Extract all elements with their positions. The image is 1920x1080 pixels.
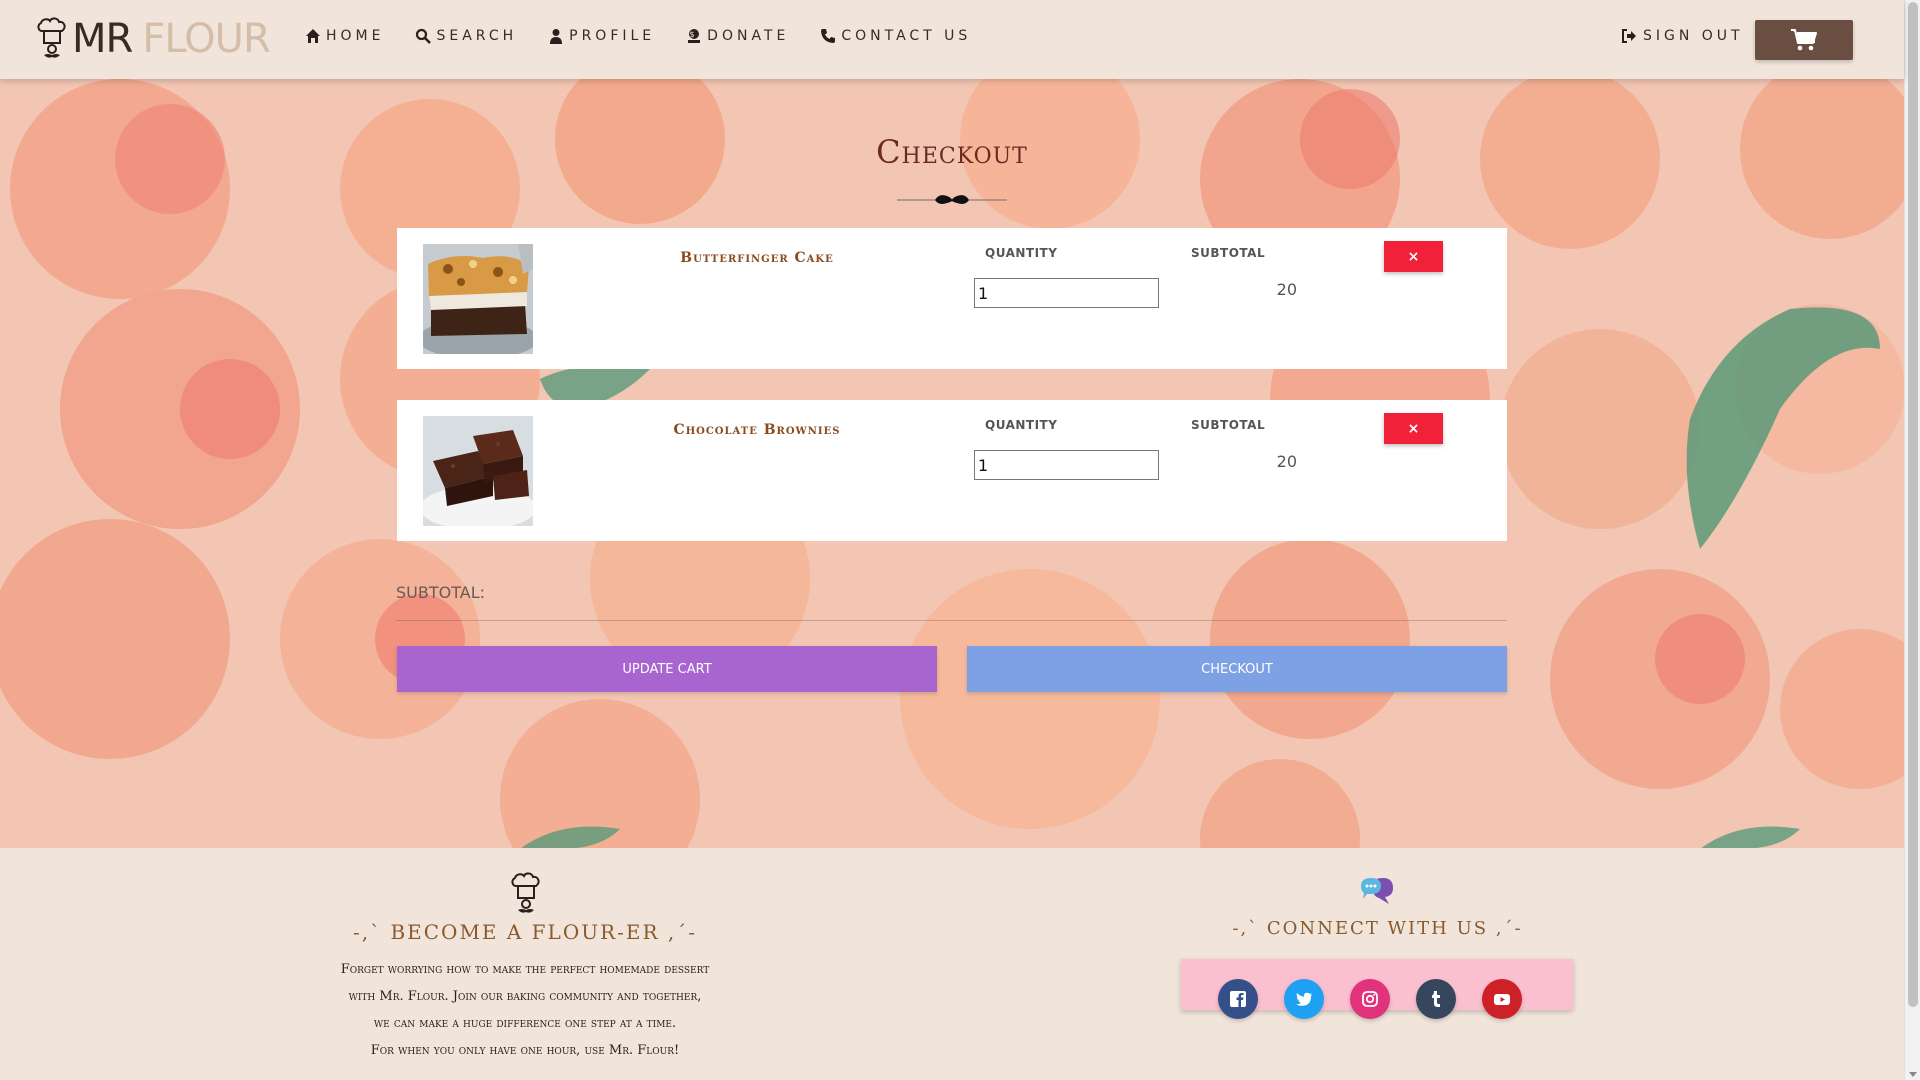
close-icon: × [1407, 248, 1420, 265]
cart-item-chocolate-brownies: Chocolate Brownies QUANTITY SUBTOTAL 20 … [397, 400, 1507, 541]
quantity-header: QUANTITY [985, 418, 1058, 432]
remove-item-button[interactable]: × [1384, 413, 1443, 444]
donate-icon: $ [688, 29, 701, 43]
facebook-icon [1230, 991, 1246, 1007]
nav-donate-label: DONATE [707, 28, 790, 44]
nav-home[interactable]: HOME [305, 28, 384, 44]
tumblr-icon [1432, 991, 1440, 1007]
item-subtotal: 20 [1276, 452, 1297, 471]
update-cart-button[interactable]: UPDATE CART [397, 646, 937, 692]
become-line: we can make a huge difference one step a… [373, 1016, 677, 1031]
brownies-image [423, 416, 533, 526]
scroll-down-arrow-icon[interactable] [1909, 1072, 1917, 1077]
shopping-cart-icon [1791, 29, 1817, 51]
nav-signout[interactable]: SIGN OUT [1621, 28, 1744, 44]
brand-logo[interactable]: MR FLOUR [36, 16, 271, 62]
checkout-label: CHECKOUT [1201, 661, 1273, 677]
subtotal-divider [396, 620, 1507, 621]
tumblr-link[interactable] [1416, 979, 1456, 1019]
item-name[interactable]: Butterfinger Cake [577, 250, 937, 266]
nav-contact[interactable]: CONTACT US [820, 28, 971, 44]
quantity-input[interactable] [974, 450, 1159, 480]
brand-mr: MR [72, 16, 133, 62]
chocolate-brownies-image-icon [423, 416, 533, 526]
youtube-link[interactable] [1482, 979, 1522, 1019]
nav-links: HOME SEARCH PROFILE $ DONATE CONTACT US [305, 28, 1002, 44]
butterfinger-cake-image-icon [423, 244, 533, 354]
cake-image [423, 244, 533, 354]
brand-flour: FLOUR [142, 16, 270, 62]
checkout-button[interactable]: CHECKOUT [967, 646, 1507, 692]
scrollbar-thumb[interactable] [1908, 2, 1918, 1007]
remove-item-button[interactable]: × [1384, 241, 1443, 272]
become-line: Forget worrying how to make the perfect … [340, 962, 710, 977]
footer: -,` BECOME A FLOUR-ER ,´- Forget worryin… [0, 848, 1904, 1080]
nav-donate[interactable]: $ DONATE [686, 28, 789, 44]
quantity-input[interactable] [974, 278, 1159, 308]
item-subtotal: 20 [1276, 280, 1297, 299]
phone-icon [821, 29, 836, 43]
become-line: with Mr. Flour. Join our baking communit… [348, 989, 702, 1004]
instagram-icon [1362, 991, 1378, 1007]
checkout-title: Checkout [876, 133, 1028, 171]
become-line: For when you only have one hour, use Mr.… [370, 1043, 680, 1058]
cart-subtotal-label: SUBTOTAL: [396, 583, 485, 602]
nav-search-label: SEARCH [436, 28, 518, 44]
facebook-link[interactable] [1218, 979, 1258, 1019]
nav-signout-label: SIGN OUT [1643, 28, 1744, 44]
cart-button[interactable] [1755, 20, 1853, 60]
home-icon [306, 29, 320, 43]
social-links-bar [1181, 959, 1573, 1019]
nav-home-label: HOME [326, 28, 385, 44]
nav-contact-label: CONTACT US [841, 28, 972, 44]
chef-hat-icon [37, 17, 66, 58]
chef-hat-icon [511, 872, 540, 913]
nav-profile[interactable]: PROFILE [548, 28, 655, 44]
chat-bubbles-icon [1361, 878, 1393, 904]
youtube-icon [1494, 994, 1510, 1005]
update-cart-label: UPDATE CART [622, 661, 712, 677]
user-icon [550, 29, 563, 44]
svg-text:$: $ [690, 30, 699, 39]
page-scrollbar[interactable] [1904, 0, 1920, 1080]
twitter-icon [1296, 992, 1312, 1006]
subtotal-header: SUBTOTAL [1191, 246, 1266, 260]
become-flourer-title: -,` BECOME A FLOUR-ER ,´- [352, 920, 698, 944]
item-name[interactable]: Chocolate Brownies [577, 422, 937, 438]
nav-profile-label: PROFILE [569, 28, 656, 44]
search-icon [416, 28, 432, 44]
become-flourer-text: Forget worrying how to make the perfect … [305, 956, 745, 1064]
twitter-link[interactable] [1284, 979, 1324, 1019]
quantity-header: QUANTITY [985, 246, 1058, 260]
subtotal-header: SUBTOTAL [1191, 418, 1266, 432]
sign-out-icon [1622, 29, 1636, 43]
close-icon: × [1407, 420, 1420, 437]
cart-item-butterfinger-cake: Butterfinger Cake QUANTITY SUBTOTAL 20 × [397, 228, 1507, 369]
connect-title: -,` CONNECT WITH US ,´- [1232, 918, 1523, 939]
instagram-link[interactable] [1350, 979, 1390, 1019]
nav-search[interactable]: SEARCH [415, 28, 517, 44]
mustache-divider-icon [897, 195, 1007, 204]
navbar: MR FLOUR HOME SEARCH PROFILE $ DONATE CO… [0, 0, 1904, 79]
